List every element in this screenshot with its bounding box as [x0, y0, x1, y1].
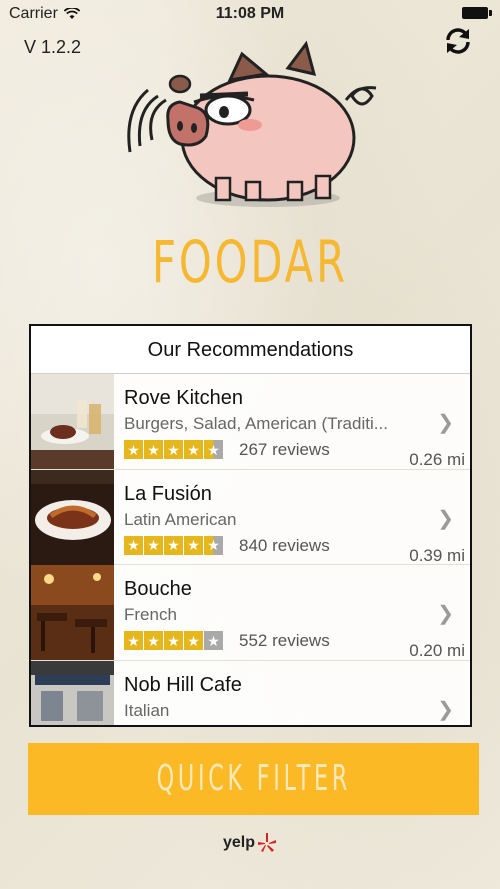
status-time: 11:08 PM: [215, 5, 285, 22]
restaurant-name: Rove Kitchen: [124, 387, 243, 409]
chevron-right-icon: ❯: [437, 698, 454, 721]
quick-filter-label: QUICK FILTER: [156, 758, 351, 799]
restaurant-photo: [31, 469, 114, 565]
review-count: 840 reviews: [239, 535, 330, 555]
status-bar: Carrier 11:08 PM: [0, 0, 500, 28]
star-icon: ★: [204, 535, 223, 555]
restaurant-row-rove-kitchen[interactable]: Rove Kitchen Burgers, Salad, American (T…: [31, 374, 470, 470]
restaurant-photo: [31, 660, 114, 725]
star-icon: ★: [144, 535, 163, 555]
star-icon: ★: [164, 631, 183, 650]
star-icon: ★: [164, 535, 183, 555]
star-icon: ★: [204, 440, 223, 459]
restaurant-row-bouche[interactable]: Bouche French ★ ★ ★ ★ ★ 552 reviews ❯ 0.…: [31, 565, 470, 661]
rating-stars: ★ ★ ★ ★ ★: [124, 440, 223, 459]
chevron-right-icon: ❯: [437, 412, 454, 434]
yelp-wordmark: yelp: [223, 834, 256, 851]
restaurant-list: Rove Kitchen Burgers, Salad, American (T…: [31, 374, 470, 725]
star-icon: ★: [124, 631, 143, 650]
restaurant-name: Bouche: [124, 578, 192, 600]
restaurant-categories: French: [124, 605, 177, 624]
distance-label: 0.26 mi: [409, 450, 465, 469]
star-icon: ★: [184, 631, 203, 650]
restaurant-categories: Burgers, Salad, American (Traditi...: [124, 414, 388, 433]
quick-filter-button[interactable]: QUICK FILTER: [28, 743, 479, 815]
star-icon: ★: [184, 440, 203, 459]
restaurant-categories: Italian: [124, 700, 170, 720]
review-count: 267 reviews: [239, 440, 330, 459]
yelp-burst-icon: [258, 833, 277, 852]
distance-label: 0.39 mi: [409, 545, 465, 565]
chevron-right-icon: ❯: [437, 507, 454, 530]
restaurant-photo: [31, 565, 114, 660]
restaurant-categories: Latin American: [124, 509, 237, 529]
rating-stars: ★ ★ ★ ★ ★: [124, 631, 223, 650]
star-icon: ★: [124, 535, 143, 555]
yelp-logo: yelp: [223, 832, 277, 854]
star-icon: ★: [204, 631, 223, 650]
battery-icon: [462, 7, 492, 19]
chevron-right-icon: ❯: [437, 603, 454, 625]
restaurant-name: La Fusión: [124, 482, 212, 505]
panel-header: Our Recommendations: [31, 326, 470, 374]
restaurant-row-la-fusion[interactable]: La Fusión Latin American ★ ★ ★ ★ ★ 840 r…: [31, 469, 470, 565]
star-icon: ★: [124, 440, 143, 459]
star-icon: ★: [144, 440, 163, 459]
pig-mascot-logo: [127, 40, 377, 207]
rating-stars: ★ ★ ★ ★ ★: [124, 535, 223, 555]
distance-label: 0.20 mi: [409, 641, 465, 660]
version-label: V 1.2.2: [24, 37, 82, 57]
refresh-icon[interactable]: [442, 25, 474, 57]
restaurant-photo: [31, 374, 114, 469]
restaurant-row-nob-hill-cafe[interactable]: Nob Hill Cafe Italian ❯: [31, 660, 470, 725]
app-title: FOODAR: [151, 228, 349, 296]
star-icon: ★: [164, 440, 183, 459]
review-count: 552 reviews: [239, 631, 330, 650]
star-icon: ★: [144, 631, 163, 650]
star-icon: ★: [184, 535, 203, 555]
recommendations-panel: Our Recommendations Rove Kitchen Burgers…: [29, 324, 472, 727]
restaurant-name: Nob Hill Cafe: [124, 673, 242, 696]
